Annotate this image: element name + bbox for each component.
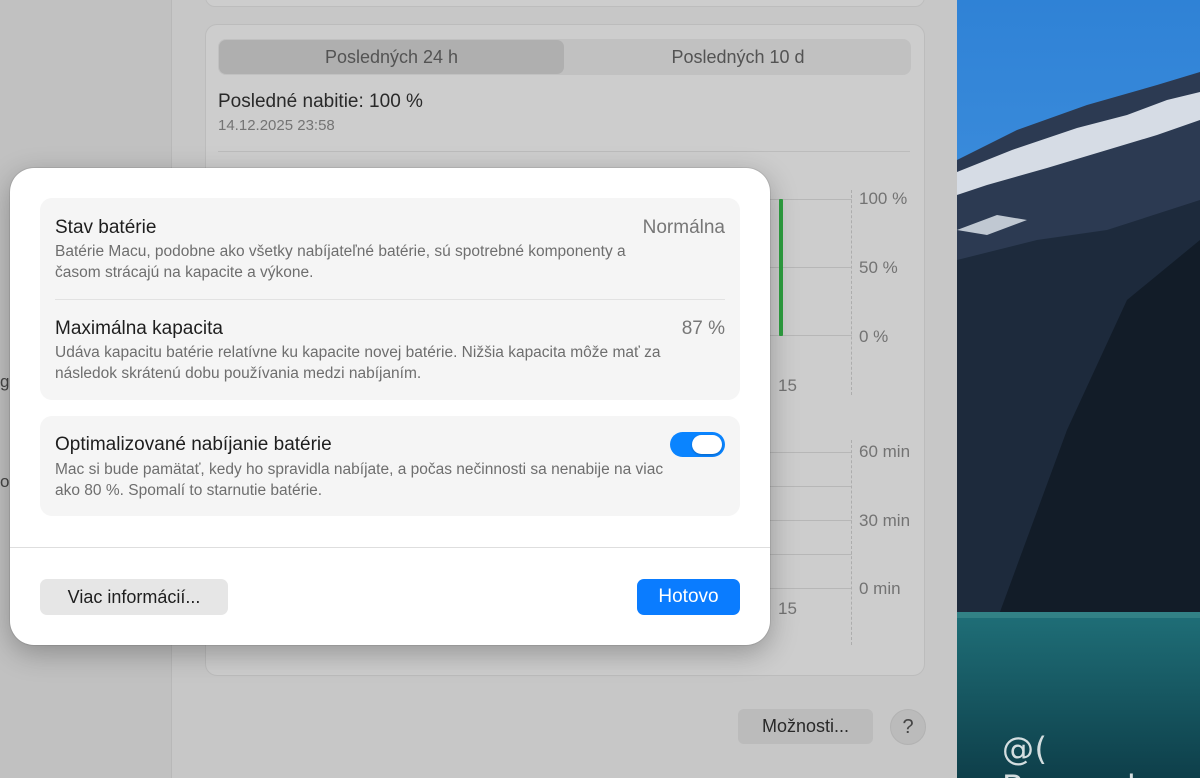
grid-line: [770, 588, 852, 589]
grid-line: [770, 452, 852, 453]
battery-health-group: Stav batérie Normálna Batérie Macu, podo…: [40, 198, 740, 400]
max-capacity-value: 87 %: [681, 318, 725, 339]
grid-line: [770, 554, 852, 555]
last-charge-date: 14.12.2025 23:58: [218, 117, 335, 134]
segment-last-10d[interactable]: Posledných 10 d: [565, 39, 911, 75]
y-tick-label: 60 min: [859, 442, 911, 461]
battery-health-dialog: Stav batérie Normálna Batérie Macu, podo…: [10, 168, 770, 645]
help-button[interactable]: ?: [890, 709, 926, 745]
watermark: @( Bazos.sk: [1002, 730, 1145, 778]
y-tick-label: 0 min: [859, 579, 901, 598]
footer-divider: [10, 547, 770, 548]
grid-line: [770, 486, 852, 487]
max-capacity-description: Udáva kapacitu batérie relatívne ku kapa…: [55, 344, 661, 382]
options-button[interactable]: Možnosti...: [738, 709, 873, 744]
y-tick-label: 0 %: [859, 327, 889, 346]
chart-vertical-guide: [851, 440, 852, 645]
done-button[interactable]: Hotovo: [637, 579, 740, 615]
desktop-wallpaper: [957, 0, 1200, 778]
more-info-button[interactable]: Viac informácií...: [40, 579, 228, 615]
battery-state-value: Normálna: [642, 217, 725, 238]
time-range-segmented-control: Posledných 24 h Posledných 10 d: [218, 39, 911, 75]
optimized-charging-group: Optimalizované nabíjanie batérie Mac si …: [40, 416, 740, 516]
optimized-charging-row: Optimalizované nabíjanie batérie Mac si …: [55, 416, 725, 516]
segment-last-24h[interactable]: Posledných 24 h: [219, 40, 564, 74]
optimized-charging-description: Mac si bude pamätať, kedy ho spravidla n…: [55, 461, 664, 499]
optimized-charging-toggle[interactable]: [670, 432, 725, 457]
grid-line: [770, 520, 852, 521]
last-charge-label: Posledné nabitie: 100 %: [218, 91, 423, 112]
sidebar-text-fragment: o: [0, 472, 10, 491]
x-tick-label: 15: [778, 599, 797, 618]
y-tick-label: 30 min: [859, 511, 911, 530]
battery-state-title: Stav batérie: [55, 217, 157, 238]
battery-state-row: Stav batérie Normálna Batérie Macu, podo…: [55, 198, 725, 299]
battery-state-description: Batérie Macu, podobne ako všetky nabíjat…: [55, 243, 626, 281]
divider: [218, 151, 910, 152]
sidebar-text-fragment: g: [0, 372, 10, 391]
optimized-charging-title: Optimalizované nabíjanie batérie: [55, 434, 332, 455]
max-capacity-row: Maximálna kapacita 87 % Udáva kapacitu b…: [55, 299, 725, 400]
x-tick-label: 15: [778, 376, 797, 395]
battery-level-bar: [779, 199, 783, 336]
max-capacity-title: Maximálna kapacita: [55, 318, 223, 339]
top-card: [205, 0, 925, 7]
landscape-image: [957, 0, 1200, 778]
y-tick-label: 50 %: [859, 258, 898, 277]
chart-vertical-guide: [851, 190, 852, 395]
toggle-knob: [692, 435, 722, 454]
y-tick-label: 100 %: [859, 189, 908, 208]
